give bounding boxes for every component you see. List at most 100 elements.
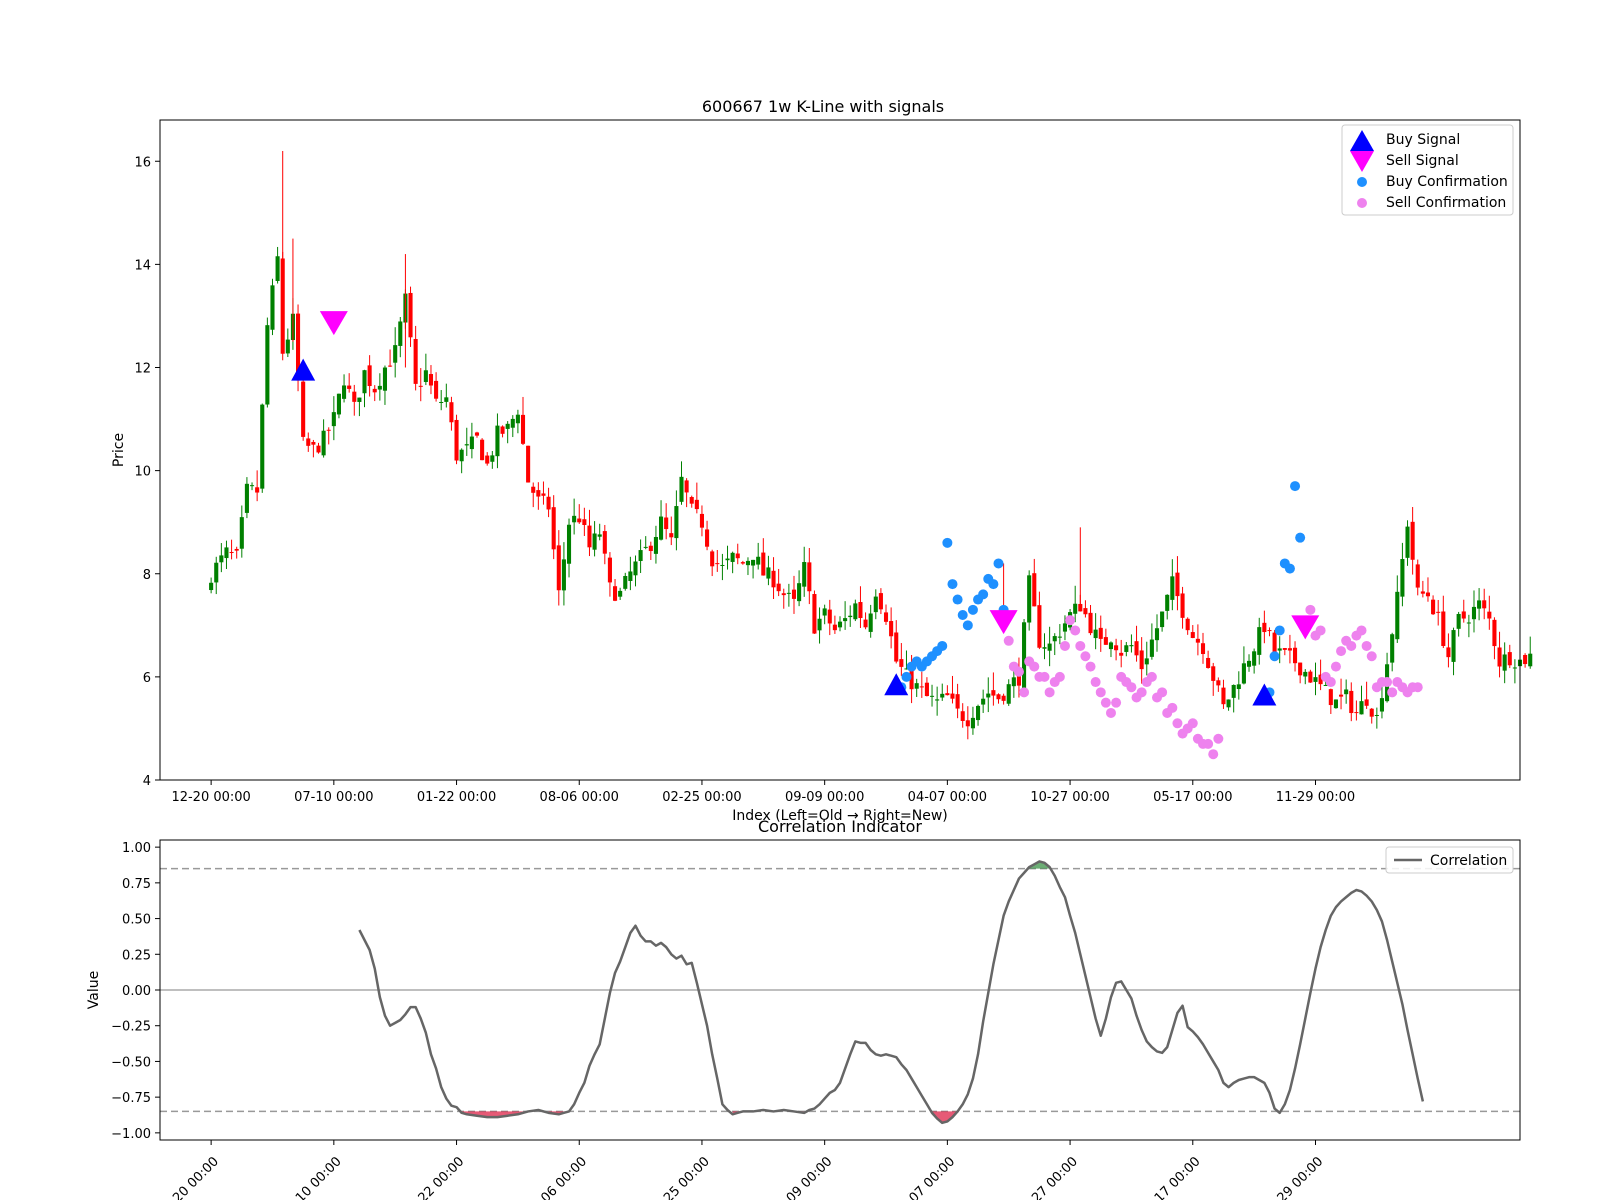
candle-body: [1512, 667, 1517, 669]
sell-confirmation-point: [1203, 738, 1214, 749]
sell-confirmation-point: [1090, 677, 1101, 688]
candle-body: [705, 529, 710, 547]
candle-body: [1073, 603, 1078, 614]
candle-body: [1160, 611, 1165, 628]
buy-confirmation-point: [1295, 532, 1306, 543]
candle-body: [531, 486, 536, 493]
sell-confirmation-point: [1126, 682, 1137, 693]
candle-body: [955, 694, 960, 709]
candle-body: [1001, 695, 1006, 701]
candle-body: [889, 621, 894, 637]
correlation-threshold-fills: [461, 861, 1050, 1123]
candle-body: [408, 292, 413, 338]
candle-body: [321, 430, 326, 456]
x-tick-label: 12-20 00:00: [155, 1154, 222, 1200]
candle-body: [1144, 658, 1149, 665]
sell-confirmation-point: [1330, 661, 1341, 672]
sell-confirmation-point: [1213, 733, 1224, 744]
candle-body: [1420, 591, 1425, 594]
candle-body: [1292, 647, 1298, 664]
x-tick-label: 08-06 00:00: [540, 790, 619, 805]
candle-body: [275, 256, 280, 281]
candle-body: [981, 698, 986, 705]
candle-body: [771, 570, 776, 588]
buy-confirmation-point: [962, 620, 973, 631]
candle-body: [832, 624, 837, 631]
candle-body: [551, 507, 556, 550]
candle-body: [331, 412, 336, 427]
kline-legend: Buy Signal Sell Signal Buy Confirmation …: [1341, 124, 1514, 216]
candle-body: [1451, 630, 1456, 662]
buy-confirmation-point: [957, 610, 968, 620]
sell-confirmation-point: [1100, 697, 1111, 708]
candle-body: [848, 615, 853, 618]
candle-body: [239, 517, 244, 549]
candle-body: [1047, 643, 1052, 651]
candle-body: [326, 429, 331, 431]
candle-body: [464, 444, 469, 446]
candle-body: [1364, 699, 1369, 706]
candle-body: [1088, 612, 1093, 634]
candle-body: [878, 593, 883, 610]
candle-body: [1359, 701, 1364, 715]
candle-body: [699, 513, 704, 528]
candle-body: [577, 518, 582, 523]
candle-body: [214, 562, 219, 583]
candle-body: [1114, 645, 1119, 651]
candle-body: [960, 711, 965, 721]
y-tick-label: 0.00: [122, 984, 151, 999]
candle-body: [561, 559, 566, 591]
sell-confirmation-point: [1315, 625, 1326, 636]
candle-body: [1395, 591, 1400, 640]
candle-body: [541, 493, 546, 496]
candle-body: [1165, 594, 1170, 611]
candle-body: [449, 402, 454, 423]
candle-body: [1303, 671, 1308, 677]
candle-body: [1236, 684, 1241, 690]
candle-body: [1246, 660, 1252, 667]
candle-body: [301, 381, 306, 437]
candle-body: [367, 365, 372, 387]
candle-body: [1119, 652, 1124, 656]
candle-body: [1308, 671, 1313, 683]
candle-body: [643, 546, 648, 548]
x-tick-label: 02-25 00:00: [646, 1154, 713, 1200]
candle-body: [1369, 708, 1374, 717]
candle-body: [1185, 618, 1190, 631]
candle-body: [694, 499, 699, 510]
candle-body: [572, 515, 577, 523]
buy-confirmation-point: [937, 640, 948, 651]
candle-body: [761, 552, 766, 576]
candle-body: [1425, 592, 1431, 597]
candle-body: [428, 374, 434, 386]
sell-confirmation-point: [1003, 635, 1014, 646]
candle-body: [1211, 666, 1216, 681]
candle-body: [924, 682, 929, 697]
candle-body: [781, 593, 786, 596]
candle-body: [1344, 689, 1349, 695]
candle-body: [1379, 698, 1384, 712]
legend-sell-confirmation: Sell Confirmation: [1386, 195, 1506, 211]
candle-body: [490, 455, 495, 462]
candle-body: [689, 497, 694, 504]
candle-body: [1124, 645, 1129, 652]
candle-body: [1354, 712, 1359, 714]
x-tick-label: 01-22 00:00: [417, 790, 496, 805]
candle-body: [679, 476, 684, 502]
candle-body: [1149, 639, 1154, 657]
candle-body: [495, 425, 500, 457]
y-tick-label: 0.25: [122, 948, 151, 963]
candle-body: [1436, 611, 1441, 613]
candle-body: [1441, 611, 1446, 646]
x-tick-label: 09-09 00:00: [769, 1154, 836, 1200]
candle-body: [234, 548, 239, 551]
y-tick-label: −0.50: [111, 1055, 151, 1070]
sell-confirmation-point: [1157, 687, 1168, 698]
y-tick-label: 10: [134, 465, 151, 480]
candle-body: [725, 558, 730, 561]
candle-body: [1200, 643, 1206, 655]
buy-confirmation-point: [942, 537, 953, 548]
sell-confirmation-point: [1075, 640, 1086, 651]
candle-body: [1349, 690, 1354, 714]
y-tick-label: 14: [134, 258, 151, 273]
